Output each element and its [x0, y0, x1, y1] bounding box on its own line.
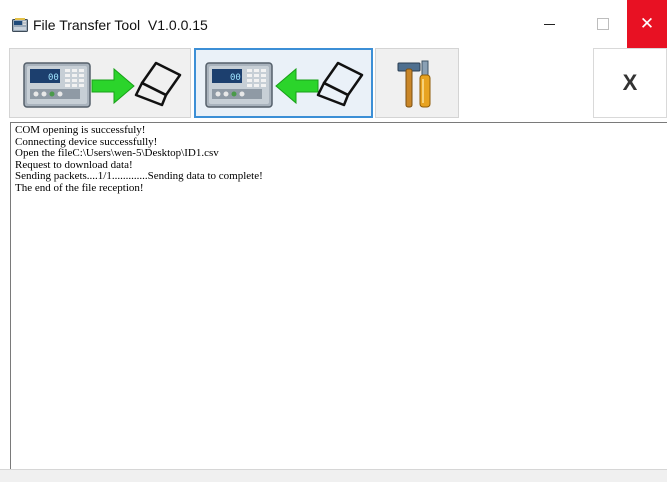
- exit-button-label: X: [622, 70, 638, 95]
- download-from-device-button[interactable]: 00: [194, 48, 373, 118]
- close-icon: ✕: [639, 13, 655, 34]
- file-transfer-window: File Transfer Tool V1.0.0.15 ✕ 00 00 X C…: [0, 0, 667, 482]
- title-bar[interactable]: File Transfer Tool V1.0.0.15 ✕: [0, 0, 667, 48]
- minimize-icon: [543, 23, 555, 25]
- exit-button[interactable]: X: [593, 48, 667, 118]
- tools-settings-icon: [397, 60, 431, 108]
- minimize-button[interactable]: [526, 0, 572, 48]
- svg-text:00: 00: [48, 73, 59, 83]
- upload-to-device-button[interactable]: 00: [9, 48, 191, 118]
- status-bar: [0, 469, 667, 482]
- window-title: File Transfer Tool V1.0.0.15: [33, 17, 208, 33]
- log-line: COM opening is successfuly!: [15, 124, 146, 136]
- maximize-button[interactable]: [580, 0, 626, 48]
- maximize-icon: [597, 18, 609, 30]
- upload-to-device-icon: 00: [23, 61, 182, 108]
- terminal-scale-icon: [12, 18, 28, 32]
- log-lines: COM opening is successfuly! Connecting de…: [11, 123, 667, 195]
- log-line: The end of the file reception!: [15, 181, 144, 194]
- close-window-button[interactable]: ✕: [627, 0, 667, 48]
- toolbar: 00 00 X: [0, 48, 667, 120]
- svg-text:00: 00: [230, 73, 241, 83]
- download-from-device-icon: 00: [205, 61, 364, 108]
- log-output[interactable]: COM opening is successfuly! Connecting de…: [10, 122, 667, 469]
- settings-button[interactable]: [375, 48, 459, 118]
